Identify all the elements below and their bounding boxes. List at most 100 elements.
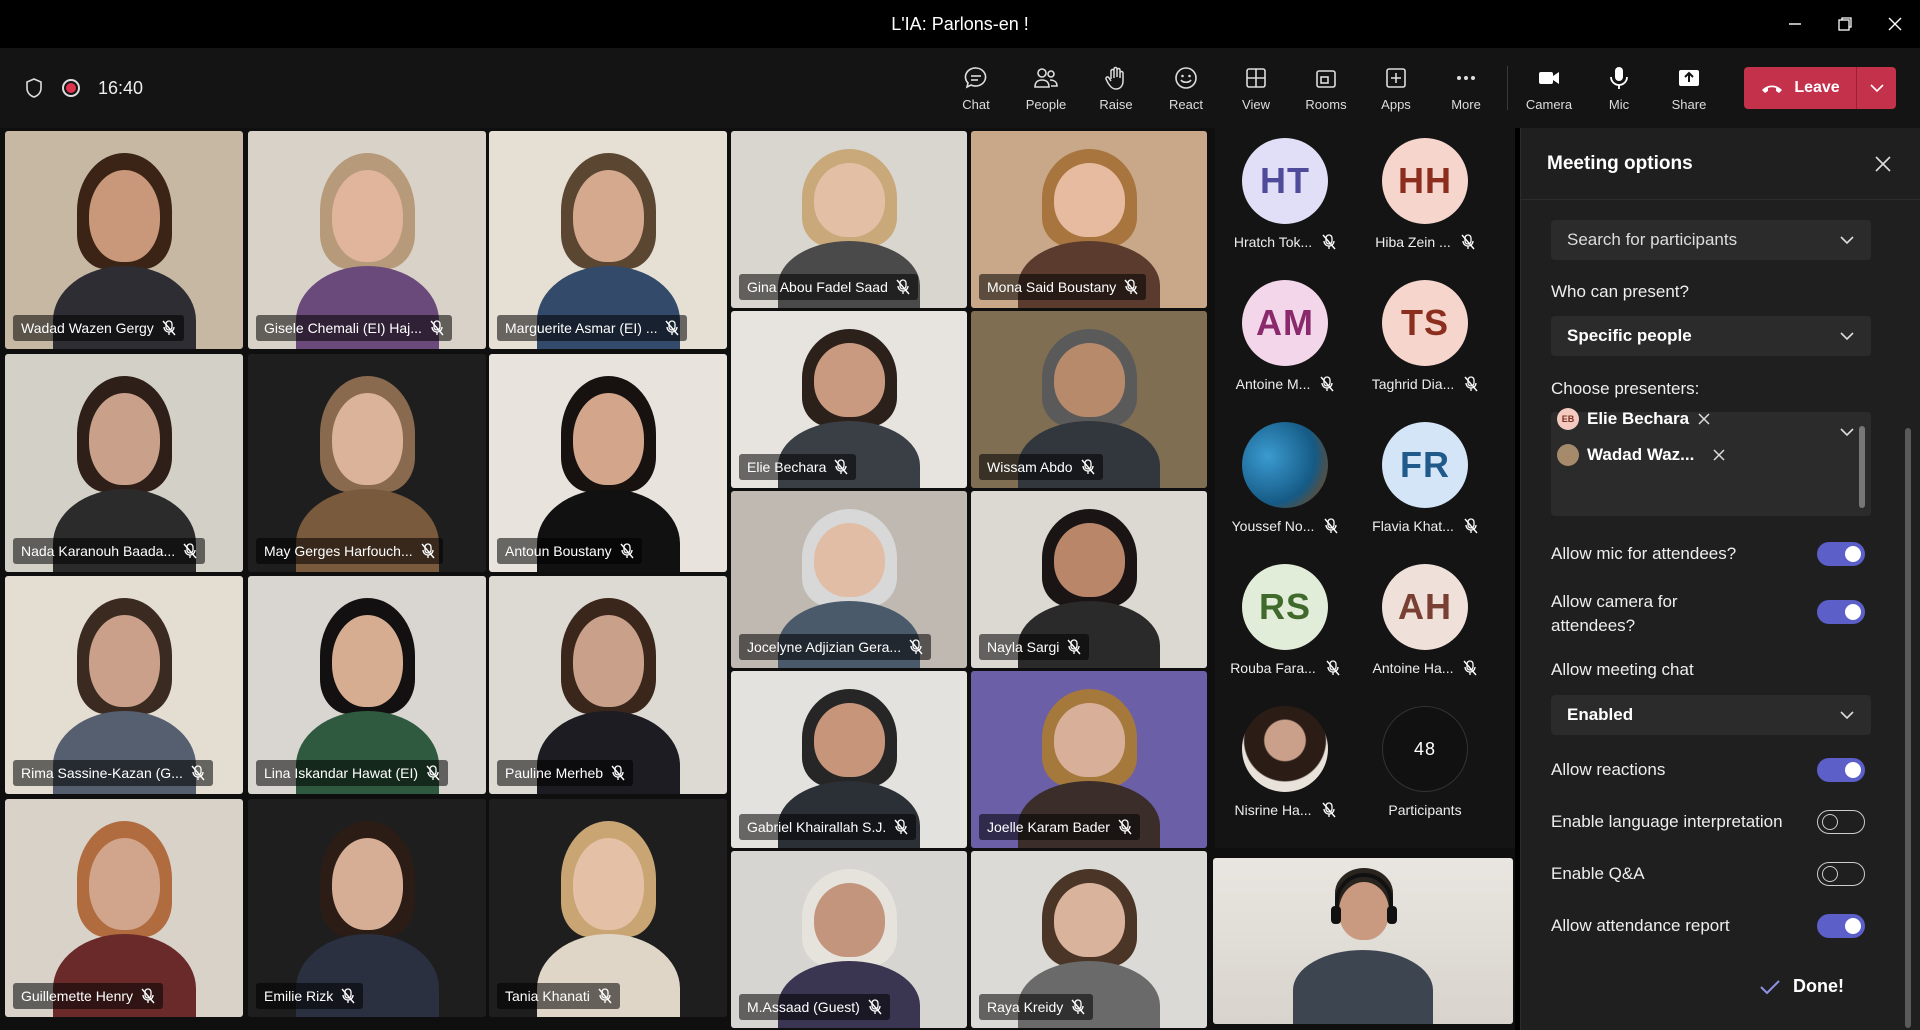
language-interpretation-label: Enable language interpretation [1551, 812, 1783, 831]
participant-avatar[interactable]: FR Flavia Khat... [1360, 422, 1490, 534]
participant-name-tag: Gina Abou Fadel Saad [739, 274, 918, 300]
rooms-icon [1316, 69, 1336, 88]
participant-name: Nayla Sargi [987, 639, 1060, 655]
more-icon [1457, 75, 1475, 80]
participant-video-tile[interactable]: Nayla Sargi [971, 491, 1207, 668]
participant-video-tile[interactable]: Wissam Abdo [971, 311, 1207, 488]
participant-video-tile[interactable]: Guillemette Henry [5, 799, 243, 1017]
done-button[interactable]: Done! [1759, 976, 1844, 997]
participant-video-tile[interactable]: Raya Kreidy [971, 851, 1207, 1028]
participant-video-tile[interactable]: Gisele Chemali (EI) Haj... [248, 131, 486, 349]
participant-name-tag: Lina Iskandar Hawat (EI) [256, 760, 449, 786]
panel-scrollbar[interactable] [1905, 428, 1911, 1028]
participant-avatar[interactable]: HT Hratch Tok... [1220, 138, 1350, 250]
participant-video-tile[interactable]: Elie Bechara [731, 311, 967, 488]
participant-video-tile[interactable]: Jocelyne Adjizian Gera... [731, 491, 967, 668]
hang-up-icon [1762, 85, 1783, 93]
participant-video-tile[interactable]: Gabriel Khairallah S.J. [731, 671, 967, 848]
participant-avatar[interactable]: AH Antoine Ha... [1360, 564, 1490, 676]
who-can-present-dropdown[interactable]: Specific people [1551, 316, 1871, 356]
participant-name: Guillemette Henry [21, 988, 134, 1004]
attendance-report-toggle[interactable] [1817, 914, 1865, 938]
participant-video-tile[interactable]: Rima Sassine-Kazan (G... [5, 576, 243, 794]
meeting-toolbar: 16:40 Chat People Raise React View Rooms… [0, 48, 1920, 128]
participant-video-tile[interactable]: Joelle Karam Bader [971, 671, 1207, 848]
participant-video-tile[interactable]: M.Assaad (Guest) [731, 851, 967, 1028]
participant-video-tile[interactable]: Mona Said Boustany [971, 131, 1207, 308]
leave-options-dropdown[interactable] [1856, 67, 1896, 109]
search-participants-dropdown[interactable]: Search for participants [1551, 220, 1871, 260]
participant-video-tile[interactable]: Nada Karanouh Baada... [5, 354, 243, 572]
participant-name: Tania Khanati [505, 988, 590, 1004]
qa-toggle[interactable] [1817, 862, 1865, 886]
chat-button[interactable]: Chat [941, 48, 1011, 128]
participant-name: M.Assaad (Guest) [747, 999, 860, 1015]
allow-reactions-toggle[interactable] [1817, 758, 1865, 782]
participant-avatar[interactable]: Youssef No... [1220, 422, 1350, 534]
participant-video-tile[interactable]: Marguerite Asmar (EI) ... [489, 131, 727, 349]
participant-video-tile[interactable]: May Gerges Harfouch... [248, 354, 486, 572]
smiley-icon [1175, 66, 1197, 89]
people-button[interactable]: People [1011, 48, 1081, 128]
mic-off-icon [894, 819, 908, 835]
language-interpretation-toggle[interactable] [1817, 810, 1865, 834]
mic-off-icon [421, 543, 435, 559]
participant-video-tile[interactable]: Wadad Wazen Gergy [5, 131, 243, 349]
participant-avatar[interactable]: AM Antoine M... [1220, 280, 1350, 392]
participant-name: Emilie Rizk [264, 988, 334, 1004]
mic-button[interactable]: Mic [1584, 48, 1654, 128]
self-view-tile[interactable] [1213, 858, 1513, 1024]
close-icon[interactable] [1871, 152, 1895, 176]
participant-video-tile[interactable]: Antoun Boustany [489, 354, 727, 572]
mic-off-icon [1464, 376, 1478, 392]
checkmark-icon [1760, 979, 1780, 994]
camera-button[interactable]: Camera [1514, 48, 1584, 128]
mic-off-icon [191, 765, 205, 781]
restore-button[interactable] [1820, 0, 1870, 48]
participant-name: Gabriel Khairallah S.J. [747, 819, 887, 835]
picker-scrollbar[interactable] [1859, 426, 1865, 508]
raise-hand-button[interactable]: Raise [1081, 48, 1151, 128]
more-button[interactable]: More [1431, 48, 1501, 128]
participant-video-tile[interactable]: Tania Khanati [489, 799, 727, 1017]
participant-name: Marguerite Asmar (EI) ... [505, 320, 658, 336]
view-button[interactable]: View [1221, 48, 1291, 128]
allow-mic-toggle[interactable] [1817, 542, 1865, 566]
share-button[interactable]: Share [1654, 48, 1724, 128]
participant-video-tile[interactable]: Emilie Rizk [248, 799, 486, 1017]
avatar-name: Participants [1388, 802, 1462, 818]
participant-name-tag: Nayla Sargi [979, 634, 1090, 660]
participant-avatar[interactable]: RS Rouba Fara... [1220, 564, 1350, 676]
participant-name-tag: Gabriel Khairallah S.J. [739, 814, 917, 840]
headphones-icon [1331, 873, 1397, 924]
leave-button[interactable]: Leave [1744, 67, 1856, 109]
leave-button-group: Leave [1744, 67, 1896, 109]
remove-presenter-icon[interactable] [1697, 412, 1711, 426]
avatar-label: Nisrine Ha... [1234, 802, 1336, 818]
panel-title: Meeting options [1547, 152, 1693, 174]
presenters-picker[interactable]: EB Elie Bechara Wadad Waz... [1551, 408, 1871, 516]
participant-avatar[interactable]: HH Hiba Zein ... [1360, 138, 1490, 250]
participant-face [572, 170, 644, 262]
meeting-chat-dropdown[interactable]: Enabled [1551, 695, 1871, 735]
minimize-button[interactable] [1770, 0, 1820, 48]
apps-button[interactable]: Apps [1361, 48, 1431, 128]
remove-presenter-icon[interactable] [1712, 448, 1726, 462]
participant-video-tile[interactable]: Gina Abou Fadel Saad [731, 131, 967, 308]
allow-camera-toggle[interactable] [1817, 600, 1865, 624]
people-icon [1034, 67, 1058, 88]
participant-video-tile[interactable]: Pauline Merheb [489, 576, 727, 794]
participant-name-tag: M.Assaad (Guest) [739, 994, 890, 1020]
chevron-down-icon[interactable] [1839, 424, 1855, 440]
close-window-button[interactable] [1870, 0, 1920, 48]
rooms-button[interactable]: Rooms [1291, 48, 1361, 128]
rooms-label: Rooms [1305, 96, 1347, 112]
shield-icon[interactable] [24, 77, 44, 99]
camera-label: Camera [1525, 96, 1573, 112]
participants-count[interactable]: 48 Participants [1360, 706, 1490, 818]
participant-avatar[interactable]: Nisrine Ha... [1220, 706, 1350, 818]
avatar-label: Antoine Ha... [1373, 660, 1478, 676]
participant-avatar[interactable]: TS Taghrid Dia... [1360, 280, 1490, 392]
react-button[interactable]: React [1151, 48, 1221, 128]
participant-video-tile[interactable]: Lina Iskandar Hawat (EI) [248, 576, 486, 794]
